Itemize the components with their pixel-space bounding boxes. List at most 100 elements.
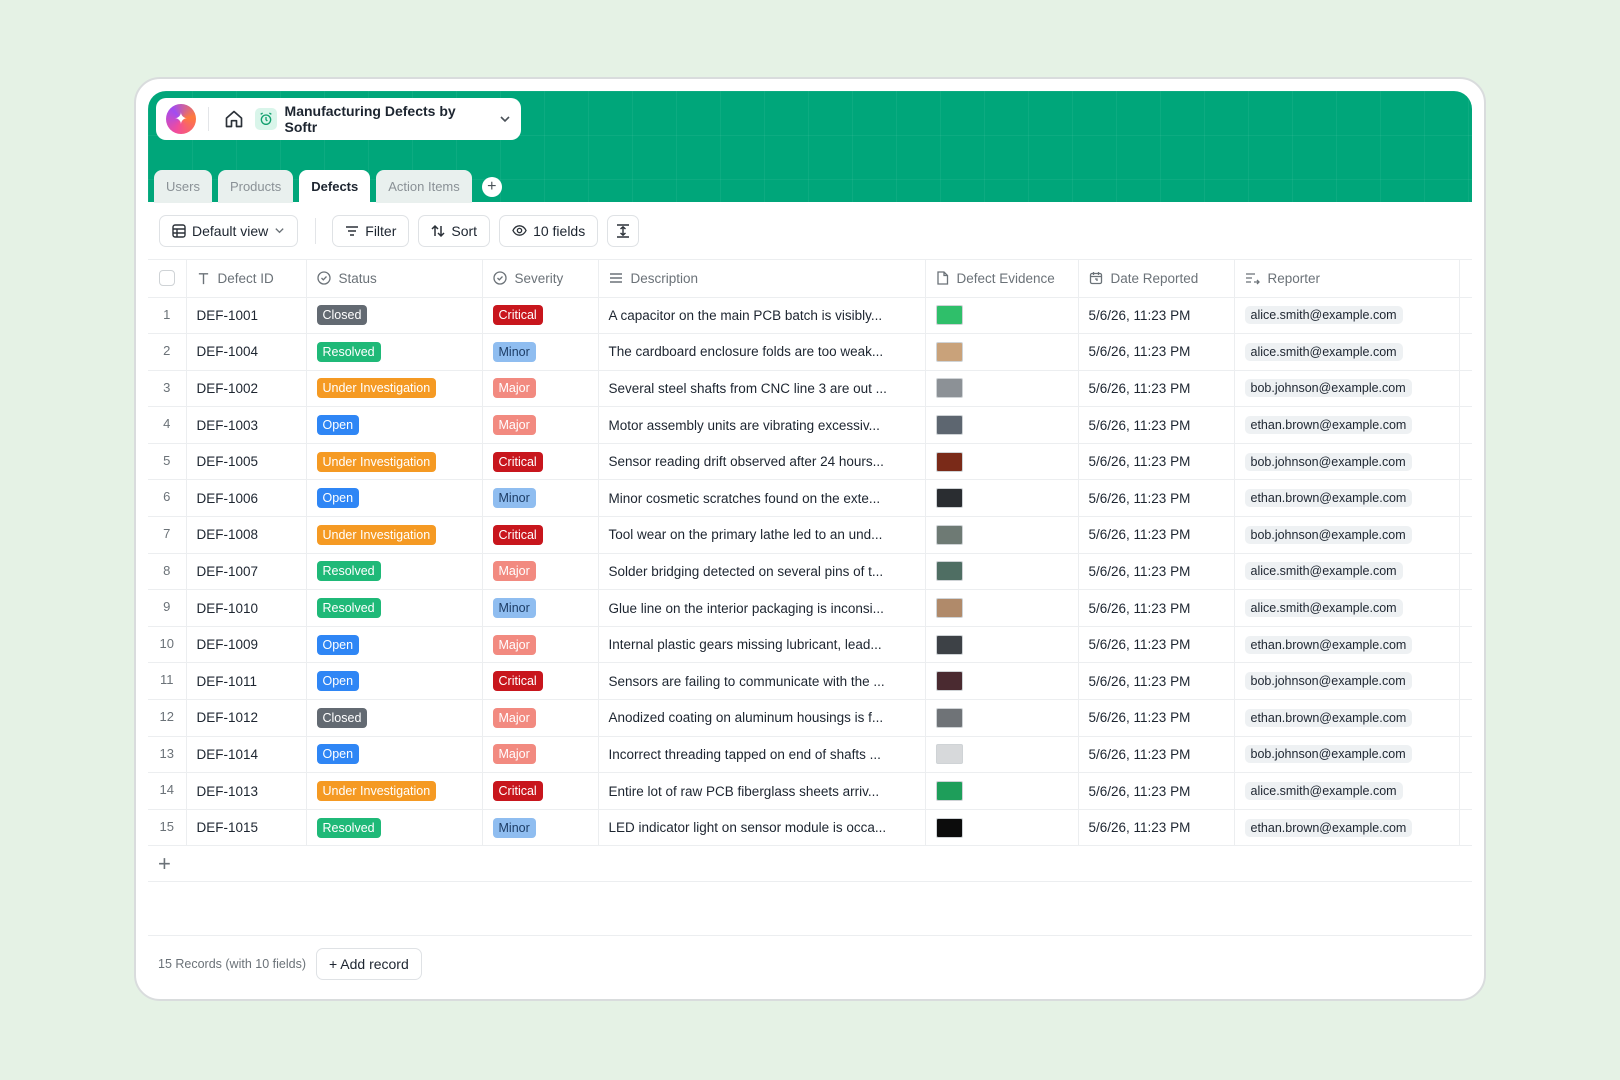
description-cell[interactable]: Several steel shafts from CNC line 3 are… [598,370,926,408]
table-row[interactable]: 15 DEF-1015 Resolved Minor LED indicator lig… [148,809,1472,847]
date-cell[interactable]: 5/6/26, 11:23 PM [1078,333,1235,371]
date-cell[interactable]: 5/6/26, 11:23 PM [1078,443,1235,481]
table-row[interactable]: 9 DEF-1010 Resolved Minor Glue line on the i… [148,589,1472,627]
table-row[interactable]: 6 DEF-1006 Open Minor Minor cosmetic scratch… [148,479,1472,518]
status-cell[interactable]: Closed [306,699,483,737]
table-row[interactable]: 14 DEF-1013 Under Investigation Critical Ent… [148,772,1472,810]
tab-action-items[interactable]: Action Items [376,170,472,203]
reporter-cell[interactable]: bob.johnson@example.com [1234,662,1460,701]
date-cell[interactable]: 5/6/26, 11:23 PM [1078,736,1235,774]
reporter-cell[interactable]: alice.smith@example.com [1234,589,1460,627]
status-cell[interactable]: Open [306,406,483,444]
date-cell[interactable]: 5/6/26, 11:23 PM [1078,516,1235,554]
status-cell[interactable]: Open [306,479,483,518]
severity-cell[interactable]: Major [482,626,599,664]
softr-logo-icon[interactable]: ✦ [166,104,196,134]
description-cell[interactable]: LED indicator light on sensor module is … [598,809,926,847]
status-cell[interactable]: Open [306,662,483,701]
home-icon[interactable] [221,106,247,132]
date-cell[interactable]: 5/6/26, 11:23 PM [1078,662,1235,701]
defect-id-cell[interactable]: DEF-1015 [186,809,307,847]
evidence-cell[interactable] [925,297,1079,335]
defect-id-cell[interactable]: DEF-1002 [186,370,307,408]
date-cell[interactable]: 5/6/26, 11:23 PM [1078,406,1235,444]
evidence-thumbnail[interactable] [935,488,963,509]
date-cell[interactable]: 5/6/26, 11:23 PM [1078,370,1235,408]
severity-cell[interactable]: Major [482,406,599,444]
tab-products[interactable]: Products [217,170,294,203]
evidence-thumbnail[interactable] [935,598,963,619]
severity-cell[interactable]: Major [482,370,599,408]
reporter-cell[interactable]: ethan.brown@example.com [1234,626,1460,664]
evidence-cell[interactable] [925,626,1079,664]
table-row[interactable]: 11 DEF-1011 Open Critical Sensors are failin… [148,662,1472,701]
description-cell[interactable]: Entire lot of raw PCB fiberglass sheets … [598,772,926,810]
reporter-cell[interactable]: alice.smith@example.com [1234,553,1460,591]
evidence-cell[interactable] [925,516,1079,554]
severity-cell[interactable]: Major [482,553,599,591]
evidence-cell[interactable] [925,772,1079,810]
description-cell[interactable]: Glue line on the interior packaging is i… [598,589,926,627]
date-cell[interactable]: 5/6/26, 11:23 PM [1078,553,1235,591]
status-cell[interactable]: Resolved [306,333,483,371]
reporter-cell[interactable]: bob.johnson@example.com [1234,516,1460,554]
severity-cell[interactable]: Critical [482,516,599,554]
sort-button[interactable]: Sort [418,214,491,247]
add-record-button[interactable]: + Add record [315,947,422,980]
defect-id-cell[interactable]: DEF-1008 [186,516,307,554]
table-row[interactable]: 12 DEF-1012 Closed Major Anodized coating on… [148,699,1472,737]
reporter-cell[interactable]: ethan.brown@example.com [1234,479,1460,518]
description-cell[interactable]: Anodized coating on aluminum housings is… [598,699,926,737]
status-cell[interactable]: Under Investigation [306,443,483,481]
status-cell[interactable]: Resolved [306,553,483,591]
severity-cell[interactable]: Minor [482,589,599,627]
table-row[interactable]: 3 DEF-1002 Under Investigation Major Several… [148,370,1472,408]
evidence-thumbnail[interactable] [935,781,963,802]
evidence-thumbnail[interactable] [935,524,963,545]
severity-cell[interactable]: Critical [482,443,599,481]
fields-button[interactable]: 10 fields [499,214,599,247]
date-cell[interactable]: 5/6/26, 11:23 PM [1078,809,1235,847]
column-header-description[interactable]: Description [598,260,926,298]
status-cell[interactable]: Open [306,626,483,664]
app-title[interactable]: Manufacturing Defects by Softr [285,103,491,135]
defect-id-cell[interactable]: DEF-1003 [186,406,307,444]
defect-id-cell[interactable]: DEF-1001 [186,297,307,335]
status-cell[interactable]: Resolved [306,809,483,847]
evidence-cell[interactable] [925,333,1079,371]
evidence-thumbnail[interactable] [935,671,963,692]
description-cell[interactable]: Incorrect threading tapped on end of sha… [598,736,926,774]
description-cell[interactable]: Motor assembly units are vibrating exces… [598,406,926,444]
status-cell[interactable]: Under Investigation [306,370,483,408]
defect-id-cell[interactable]: DEF-1013 [186,772,307,810]
evidence-thumbnail[interactable] [935,378,963,399]
table-row[interactable]: 10 DEF-1009 Open Major Internal plastic gear… [148,626,1472,664]
severity-cell[interactable]: Critical [482,297,599,335]
evidence-cell[interactable] [925,699,1079,737]
description-cell[interactable]: Solder bridging detected on several pins… [598,553,926,591]
defect-id-cell[interactable]: DEF-1012 [186,699,307,737]
evidence-cell[interactable] [925,479,1079,518]
description-cell[interactable]: Minor cosmetic scratches found on the ex… [598,479,926,518]
description-cell[interactable]: A capacitor on the main PCB batch is vis… [598,297,926,335]
evidence-cell[interactable] [925,553,1079,591]
table-row[interactable]: 4 DEF-1003 Open Major Motor assembly units a… [148,406,1472,444]
evidence-cell[interactable] [925,370,1079,408]
defect-id-cell[interactable]: DEF-1014 [186,736,307,774]
reporter-cell[interactable]: ethan.brown@example.com [1234,699,1460,737]
app-switcher[interactable]: ✦ Manufacturing Defects by Softr [156,98,521,140]
evidence-thumbnail[interactable] [935,415,963,436]
date-cell[interactable]: 5/6/26, 11:23 PM [1078,589,1235,627]
evidence-cell[interactable] [925,662,1079,701]
evidence-thumbnail[interactable] [935,451,963,472]
column-header-severity[interactable]: Severity [482,260,599,298]
defect-id-cell[interactable]: DEF-1004 [186,333,307,371]
reporter-cell[interactable]: ethan.brown@example.com [1234,809,1460,847]
table-row[interactable]: 2 DEF-1004 Resolved Minor The cardboard encl… [148,333,1472,371]
defect-id-cell[interactable]: DEF-1007 [186,553,307,591]
description-cell[interactable]: Internal plastic gears missing lubricant… [598,626,926,664]
select-all-cell[interactable] [148,260,187,298]
column-header-date-reported[interactable]: Date Reported [1078,260,1235,298]
reporter-cell[interactable]: bob.johnson@example.com [1234,370,1460,408]
evidence-thumbnail[interactable] [935,305,963,326]
